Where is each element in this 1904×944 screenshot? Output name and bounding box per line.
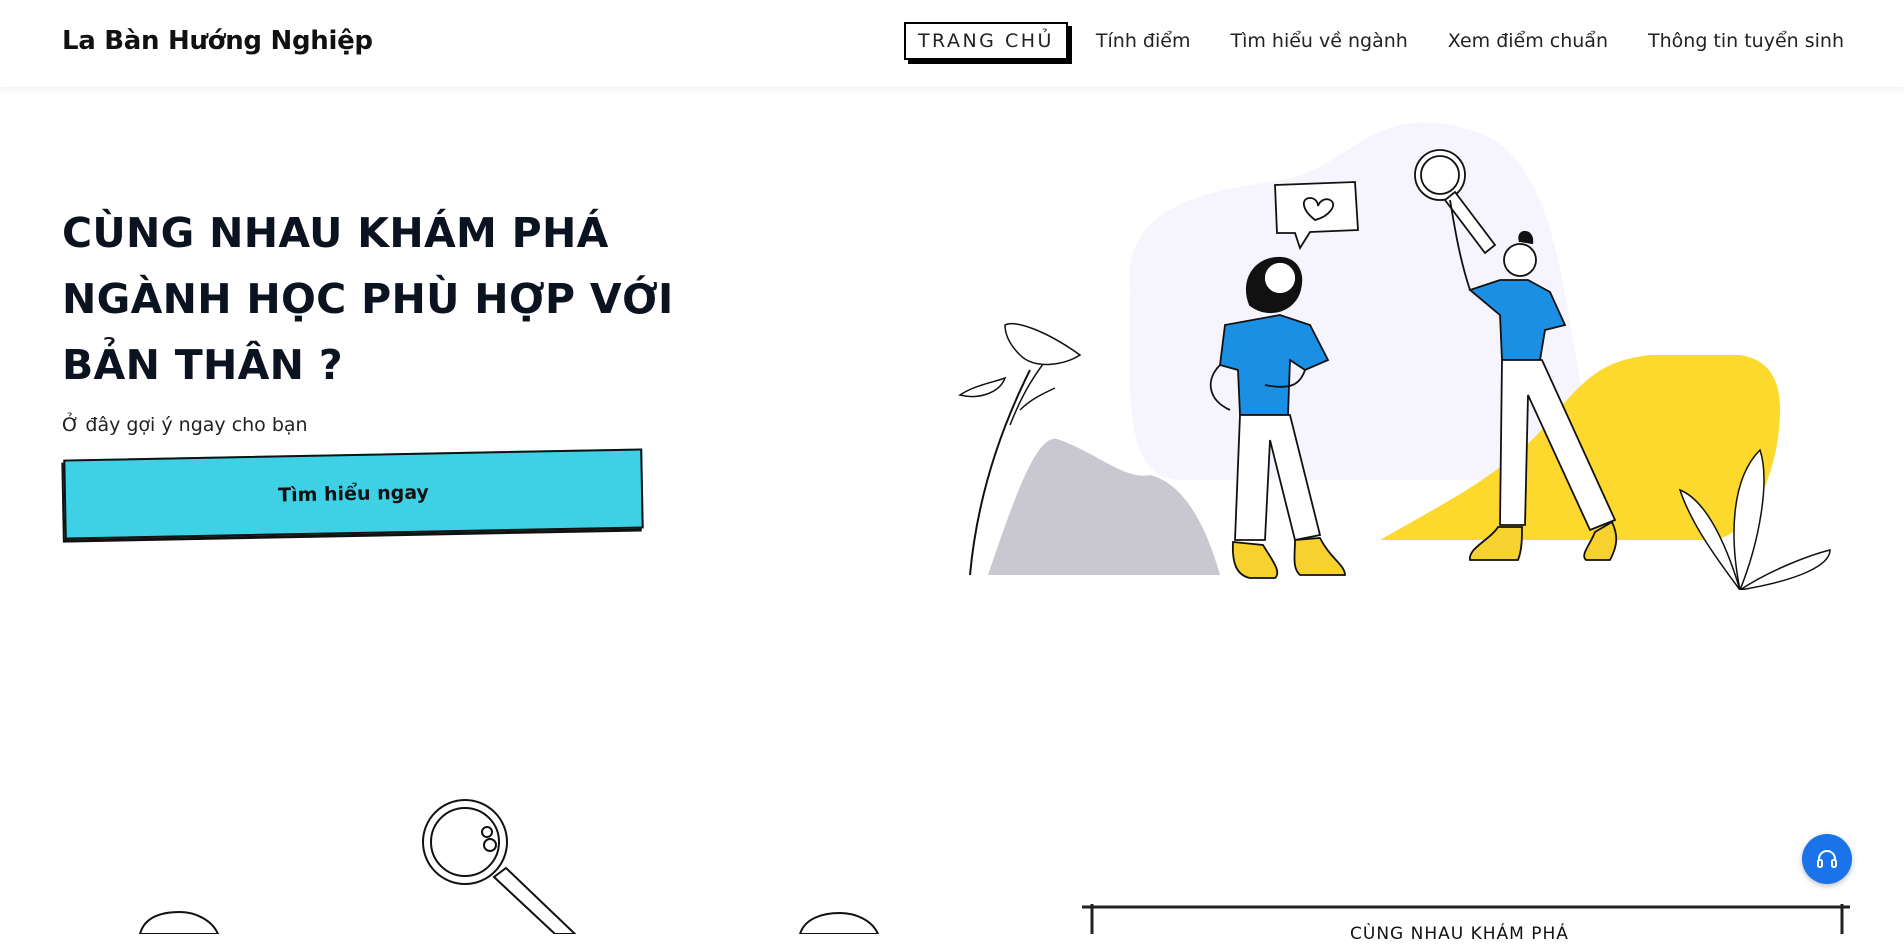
nav-trang-chu[interactable]: TRANG CHỦ: [903, 22, 1068, 60]
nav-tim-hieu-nganh[interactable]: Tìm hiểu về ngành: [1230, 30, 1407, 52]
support-chat-button[interactable]: [1802, 834, 1852, 884]
hero-subtitle: Ở đây gợi ý ngay cho bạn: [62, 414, 308, 436]
headset-icon: [1817, 850, 1837, 868]
nav-xem-diem-chuan[interactable]: Xem điểm chuẩn: [1448, 30, 1608, 52]
site-header: La Bàn Hướng Nghiệp TRANG CHỦ Tính điểm …: [0, 0, 1904, 87]
brand-logo[interactable]: La Bàn Hướng Nghiệp: [62, 26, 373, 56]
features-illustration: [138, 799, 1850, 934]
explore-now-button[interactable]: Tìm hiểu ngay: [63, 448, 644, 540]
hero-illustration: [958, 122, 1831, 590]
nav-thong-tin-tuyen-sinh[interactable]: Thông tin tuyển sinh: [1648, 30, 1844, 52]
main-nav: TRANG CHỦ Tính điểm Tìm hiểu về ngành Xe…: [903, 22, 1844, 60]
section-card-title: CÙNG NHAU KHÁM PHÁ: [1350, 924, 1569, 944]
hero-title: CÙNG NHAU KHÁM PHÁ NGÀNH HỌC PHÙ HỢP VỚI…: [62, 209, 674, 389]
nav-tinh-diem[interactable]: Tính điểm: [1096, 30, 1191, 52]
